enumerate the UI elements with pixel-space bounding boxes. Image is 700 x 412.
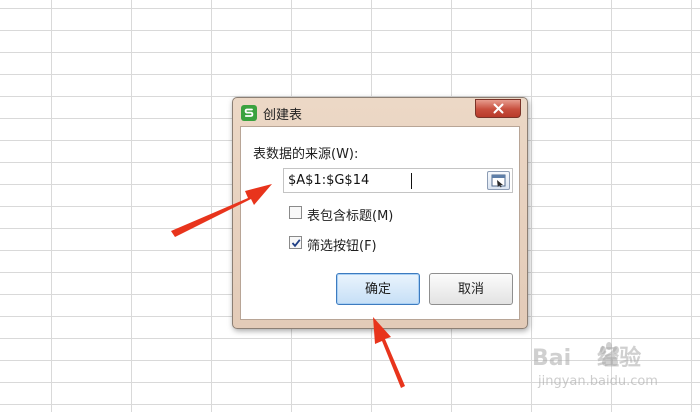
arrow-to-range-input <box>171 184 272 237</box>
baidu-watermark: Bai 经验 jingyan.baidu.com <box>532 340 692 404</box>
watermark-url: jingyan.baidu.com <box>538 374 658 389</box>
watermark-main-left: Bai <box>532 346 572 371</box>
paw-icon <box>600 342 619 366</box>
arrow-to-ok-button <box>373 317 405 388</box>
